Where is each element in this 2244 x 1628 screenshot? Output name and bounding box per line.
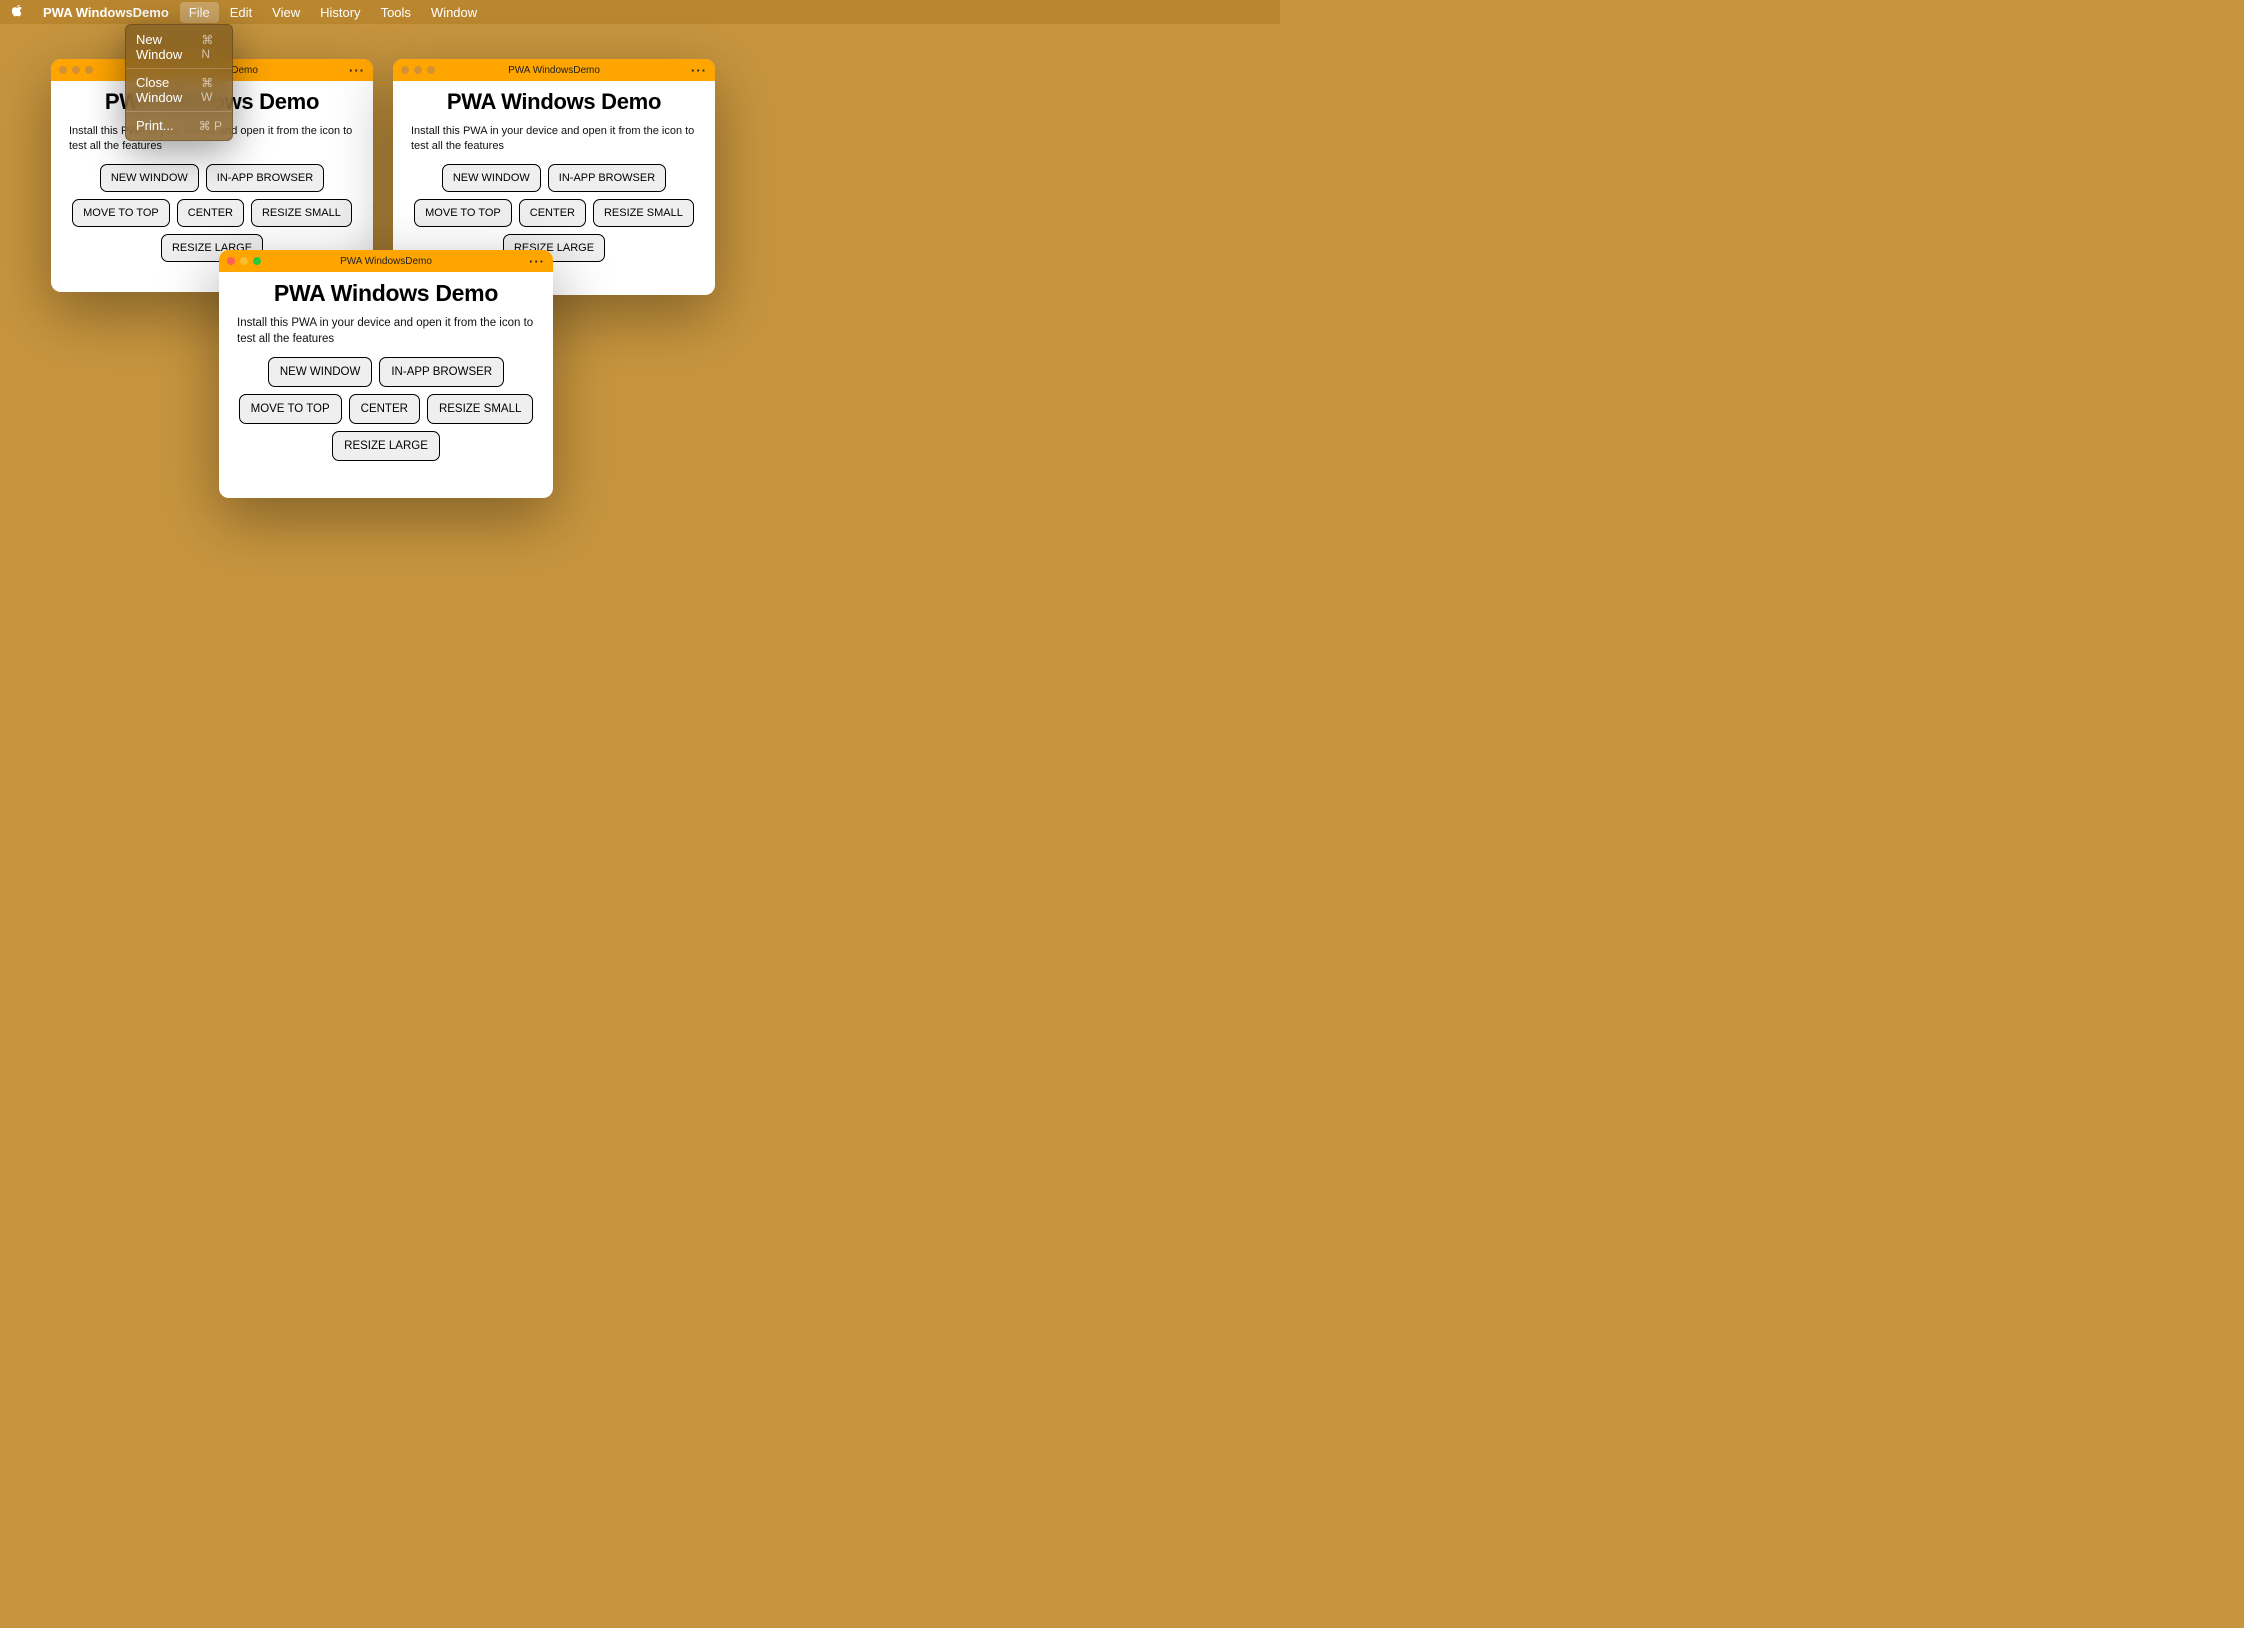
menubar-item-file[interactable]: File [180,2,219,23]
maximize-window-icon[interactable] [253,257,261,265]
window-content: PWA Windows Demo Install this PWA in you… [219,272,553,473]
menubar-item-view[interactable]: View [263,2,309,23]
menu-item-label: Print... [136,118,174,133]
system-menubar: PWA WindowsDemo File Edit View History T… [0,0,1280,24]
page-description: Install this PWA in your device and open… [411,124,697,154]
resize-small-button[interactable]: RESIZE SMALL [251,199,352,227]
button-group: NEW WINDOW IN-APP BROWSER MOVE TO TOP CE… [69,164,355,262]
menu-item-new-window[interactable]: New Window ⌘ N [126,29,232,65]
traffic-lights [227,257,261,265]
in-app-browser-button[interactable]: IN-APP BROWSER [206,164,324,192]
traffic-lights [401,66,435,74]
close-window-icon[interactable] [59,66,67,74]
close-window-icon[interactable] [227,257,235,265]
menu-item-shortcut: ⌘ P [199,119,222,133]
resize-small-button[interactable]: RESIZE SMALL [593,199,694,227]
menubar-item-history[interactable]: History [311,2,369,23]
in-app-browser-button[interactable]: IN-APP BROWSER [548,164,666,192]
window-titlebar[interactable]: PWA WindowsDemo ··· [393,59,715,81]
menu-item-label: Close Window [136,75,201,105]
menubar-item-tools[interactable]: Tools [372,2,420,23]
menu-item-shortcut: ⌘ W [201,76,222,104]
page-description: Install this PWA in your device and open… [237,316,535,347]
new-window-button[interactable]: NEW WINDOW [100,164,199,192]
minimize-window-icon[interactable] [240,257,248,265]
menu-item-print[interactable]: Print... ⌘ P [126,115,232,136]
center-button[interactable]: CENTER [519,199,586,227]
new-window-button[interactable]: NEW WINDOW [268,357,372,387]
more-options-icon[interactable]: ··· [529,254,545,269]
maximize-window-icon[interactable] [85,66,93,74]
menu-item-shortcut: ⌘ N [201,33,222,61]
window-titlebar[interactable]: PWA WindowsDemo ··· [219,250,553,272]
menu-item-close-window[interactable]: Close Window ⌘ W [126,72,232,108]
page-title: PWA Windows Demo [411,89,697,115]
move-to-top-button[interactable]: MOVE TO TOP [239,394,342,424]
resize-small-button[interactable]: RESIZE SMALL [427,394,533,424]
traffic-lights [59,66,93,74]
center-button[interactable]: CENTER [177,199,244,227]
minimize-window-icon[interactable] [72,66,80,74]
menubar-app-name[interactable]: PWA WindowsDemo [34,2,178,23]
new-window-button[interactable]: NEW WINDOW [442,164,541,192]
pwa-window-3-focused: PWA WindowsDemo ··· PWA Windows Demo Ins… [219,250,553,498]
resize-large-button[interactable]: RESIZE LARGE [332,431,440,461]
button-group: NEW WINDOW IN-APP BROWSER MOVE TO TOP CE… [237,357,535,461]
button-group: NEW WINDOW IN-APP BROWSER MOVE TO TOP CE… [411,164,697,262]
window-content: PWA Windows Demo Install this PWA in you… [393,81,715,274]
maximize-window-icon[interactable] [427,66,435,74]
menu-separator [126,68,232,69]
in-app-browser-button[interactable]: IN-APP BROWSER [379,357,504,387]
center-button[interactable]: CENTER [349,394,420,424]
move-to-top-button[interactable]: MOVE TO TOP [414,199,512,227]
menu-item-label: New Window [136,32,201,62]
window-title: PWA WindowsDemo [508,65,600,76]
window-title: PWA WindowsDemo [340,256,432,267]
minimize-window-icon[interactable] [414,66,422,74]
menubar-item-window[interactable]: Window [422,2,486,23]
file-dropdown-menu: New Window ⌘ N Close Window ⌘ W Print...… [125,24,233,141]
close-window-icon[interactable] [401,66,409,74]
move-to-top-button[interactable]: MOVE TO TOP [72,199,170,227]
menubar-item-edit[interactable]: Edit [221,2,261,23]
menu-separator [126,111,232,112]
page-title: PWA Windows Demo [237,280,535,307]
more-options-icon[interactable]: ··· [349,63,365,78]
apple-logo-icon[interactable] [10,5,24,19]
more-options-icon[interactable]: ··· [691,63,707,78]
